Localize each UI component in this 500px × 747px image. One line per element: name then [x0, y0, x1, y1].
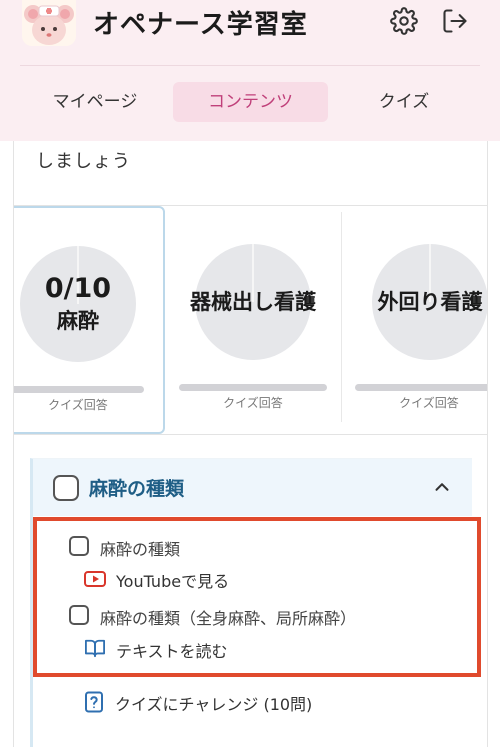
quiz-progress-bar: [14, 386, 144, 393]
progress-ring: 0/10 麻酔: [20, 246, 136, 362]
gear-icon[interactable]: [390, 7, 418, 35]
category-card-anesthesia[interactable]: 0/10 麻酔 クイズ回答: [14, 206, 165, 434]
lesson-title: 麻酔の種類（全身麻酔、局所麻酔）: [100, 609, 357, 628]
lesson-title: 麻酔の種類: [100, 540, 181, 559]
text-link[interactable]: テキストを読む: [116, 638, 228, 662]
progress-ring: 器械出し看護: [190, 244, 316, 360]
tab-contents[interactable]: コンテンツ: [173, 82, 328, 122]
book-icon[interactable]: [84, 638, 106, 658]
lesson-checkbox[interactable]: [69, 605, 89, 625]
youtube-link[interactable]: YouTubeで見る: [116, 568, 229, 592]
intro-text: しましょう: [36, 151, 131, 172]
quiz-progress-label: クイズ回答: [223, 396, 283, 410]
category-carousel[interactable]: 0/10 麻酔 クイズ回答 器械出し看護 クイズ回答 外回り看護 クイズ回答: [14, 205, 487, 435]
section-header[interactable]: 麻酔の種類: [33, 459, 472, 516]
quiz-challenge-link[interactable]: クイズにチャレンジ (10問): [115, 691, 312, 715]
quiz-progress-label: クイズ回答: [48, 398, 108, 412]
category-card-instrument[interactable]: 器械出し看護 クイズ回答: [166, 206, 336, 434]
category-name: 器械出し看護: [190, 290, 316, 314]
app-title: オペナース学習室: [93, 10, 308, 40]
app-header: オペナース学習室 マイページ コンテンツ クイズ: [0, 0, 500, 141]
quiz-progress-label: クイズ回答: [399, 396, 459, 410]
logout-icon[interactable]: [441, 7, 469, 35]
chevron-up-icon[interactable]: [431, 476, 453, 498]
progress-ring: 外回り看護: [372, 244, 487, 360]
category-card-circulating[interactable]: 外回り看護 クイズ回答: [342, 206, 487, 434]
tab-mypage[interactable]: マイページ: [30, 82, 160, 122]
tab-quiz[interactable]: クイズ: [340, 82, 468, 122]
mascot-logo: [22, 0, 76, 46]
category-name: 外回り看護: [377, 290, 483, 314]
quiz-progress-bar: [179, 384, 327, 391]
quiz-progress-bar: [355, 384, 487, 391]
header-divider: [20, 65, 480, 66]
question-icon[interactable]: [84, 691, 104, 713]
category-name: 麻酔: [57, 309, 99, 333]
section-anesthesia-types: 麻酔の種類 麻酔の種類 YouTubeで見る 麻酔の種類（全身麻酔、局所麻酔）: [30, 458, 472, 747]
content-panel: しましょう 0/10 麻酔 クイズ回答 器械出し看護 クイズ回答 外回り看護 ク…: [13, 141, 488, 747]
youtube-icon[interactable]: [84, 571, 106, 587]
section-checkbox[interactable]: [53, 475, 79, 501]
lesson-checkbox[interactable]: [69, 536, 89, 556]
category-score: 0/10: [44, 273, 112, 304]
section-title: 麻酔の種類: [89, 478, 185, 500]
